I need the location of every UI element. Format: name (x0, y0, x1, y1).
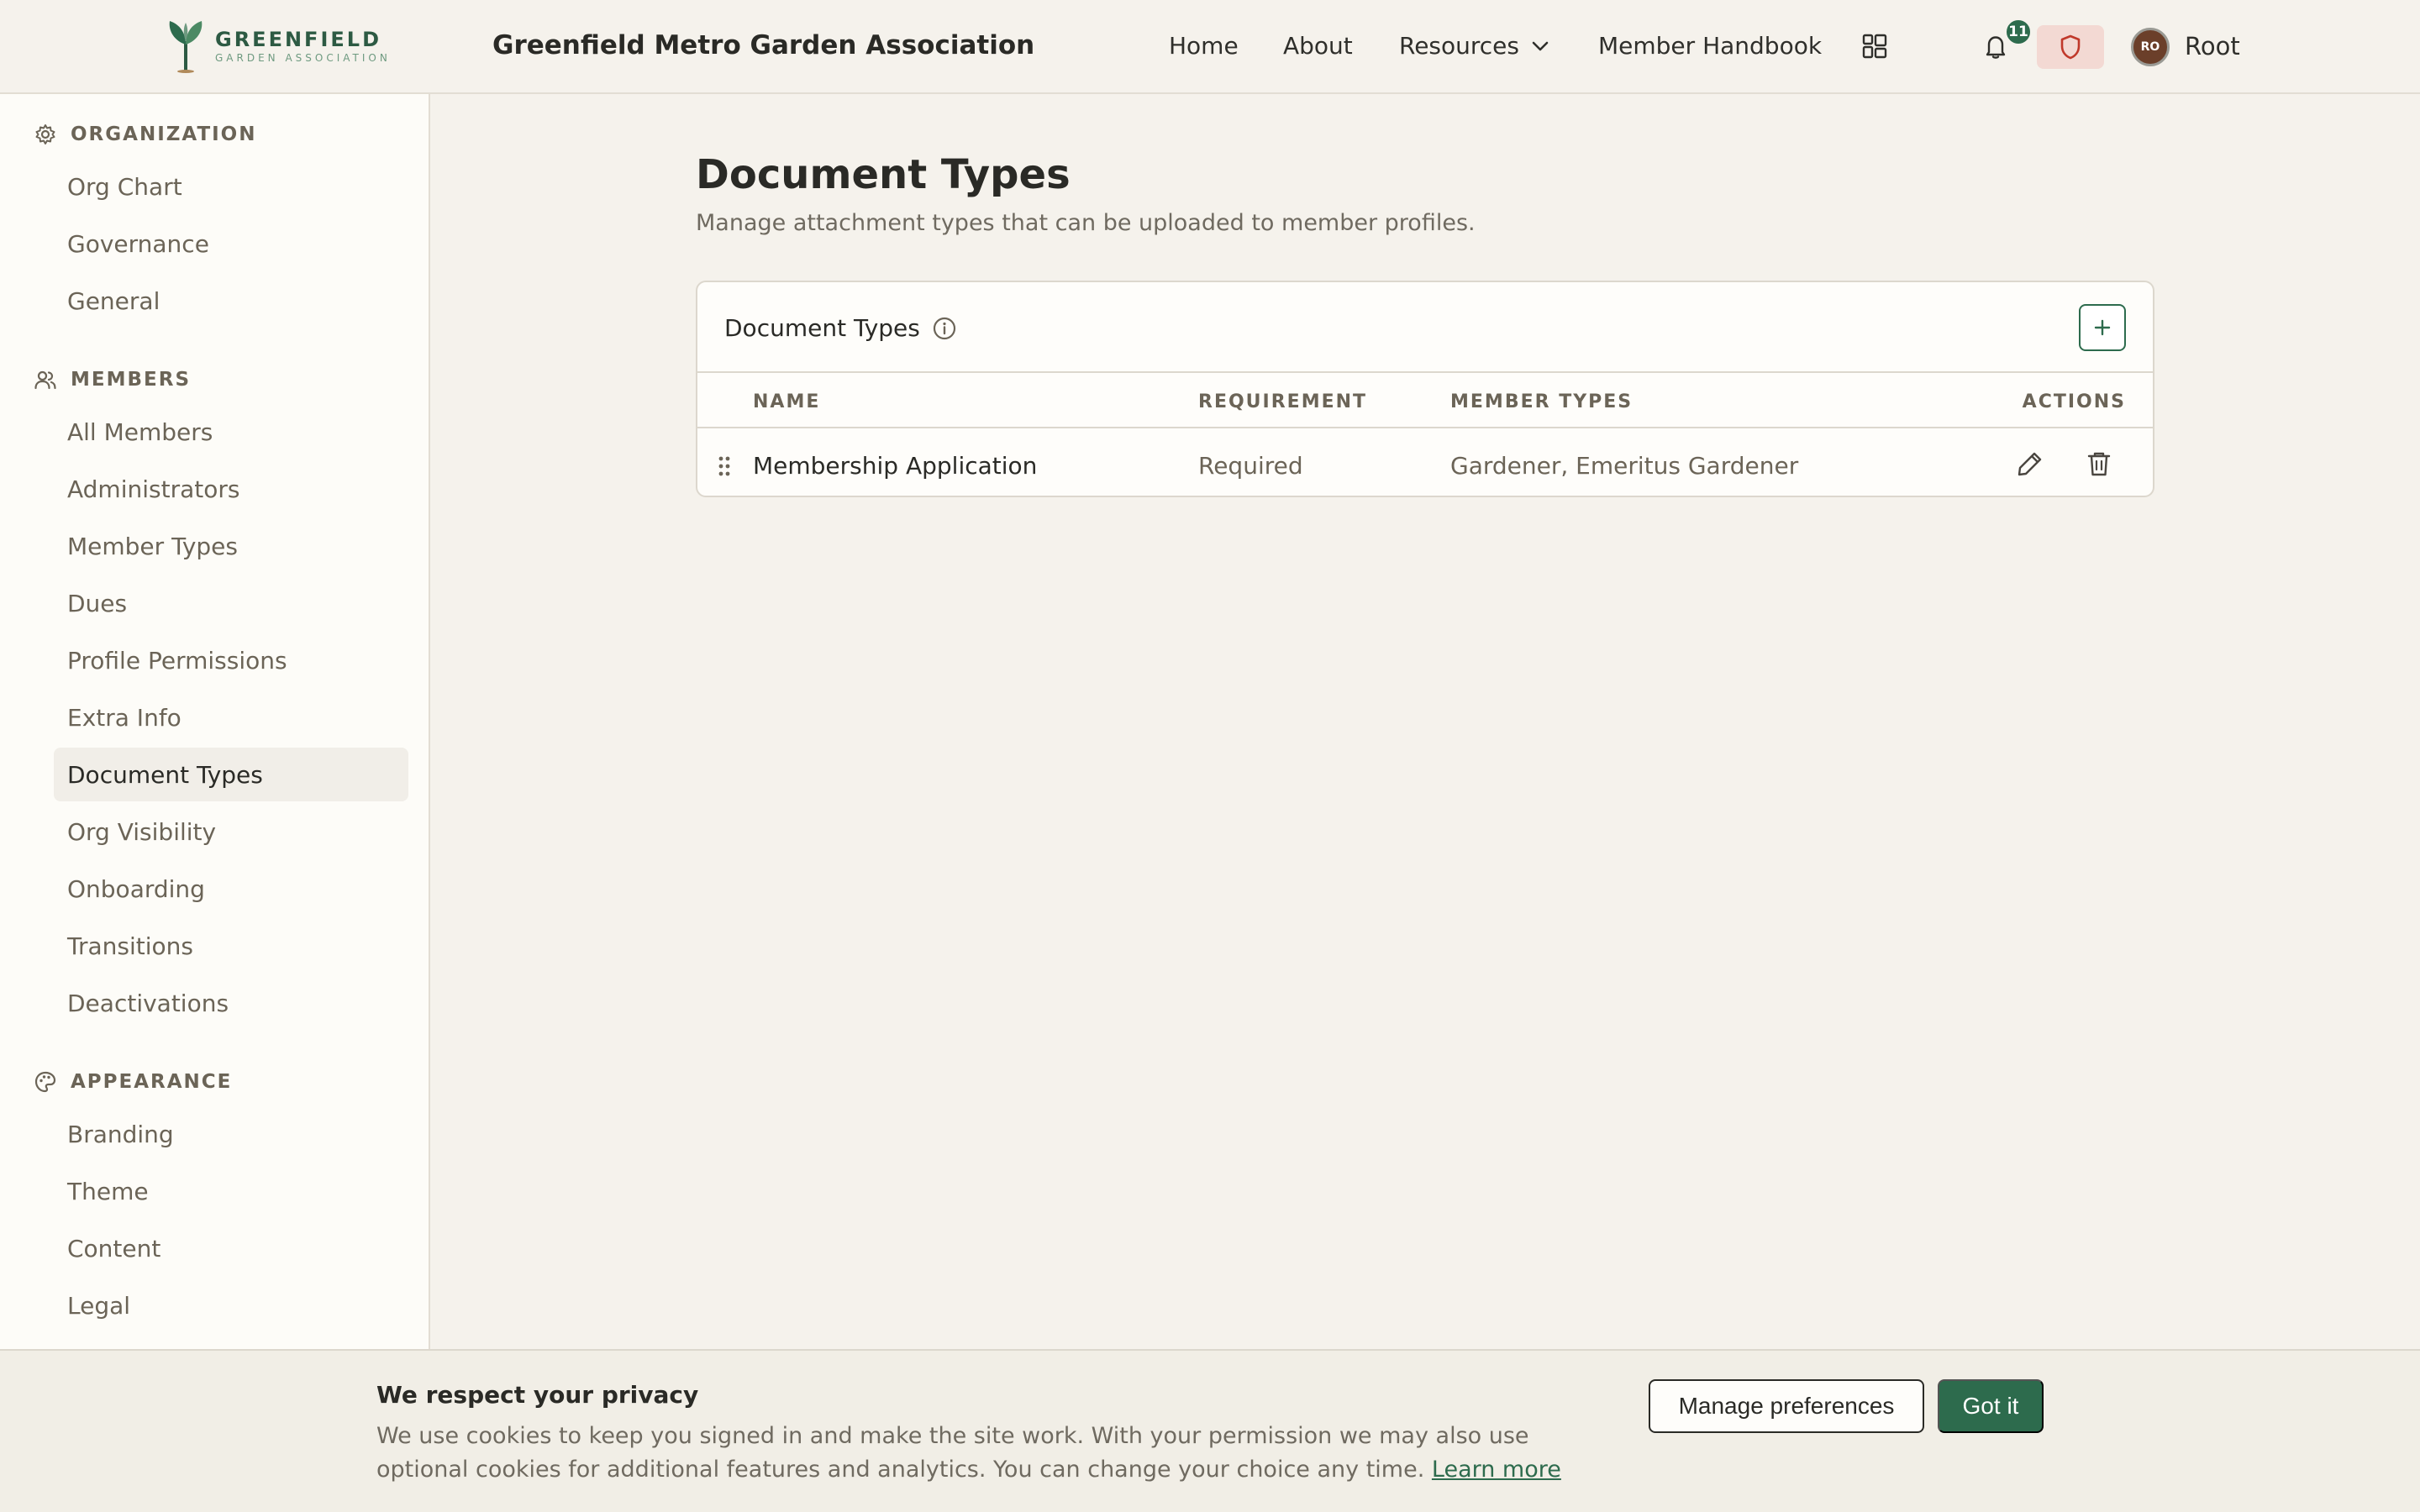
notification-count-badge: 11 (2005, 18, 2032, 45)
palette-icon (34, 1071, 56, 1093)
column-header-name[interactable]: NAME (753, 391, 820, 412)
nav-resources-label: Resources (1399, 32, 1519, 60)
sidebar-item-member-types[interactable]: Member Types (54, 519, 408, 573)
sidebar-item-extra-info[interactable]: Extra Info (54, 690, 408, 744)
users-icon (34, 370, 56, 390)
user-avatar[interactable]: RO (2131, 28, 2170, 66)
gear-icon (35, 124, 55, 144)
row-member-types-cell: Gardener, Emeritus Gardener (1450, 452, 1799, 480)
sidebar-item-all-members[interactable]: All Members (54, 405, 408, 459)
logo-tagline: GARDEN ASSOCIATION (215, 52, 391, 64)
nav-resources-dropdown[interactable]: Resources (1399, 32, 1549, 60)
logo-wordmark: GREENFIELD (215, 28, 381, 51)
card-header: Document Types (697, 282, 2153, 373)
apps-grid-icon[interactable] (1862, 34, 1887, 59)
shield-icon (2060, 34, 2081, 60)
card-title-label: Document Types (724, 314, 920, 342)
column-header-actions: ACTIONS (2022, 391, 2126, 412)
page-title: Document Types (696, 151, 1071, 198)
sidebar-item-transitions[interactable]: Transitions (54, 919, 408, 973)
sidebar-section-members: MEMBERS (34, 368, 191, 391)
organization-title: Greenfield Metro Garden Association (492, 30, 1035, 60)
drag-handle-icon[interactable] (718, 455, 731, 477)
sidebar-item-general[interactable]: General (54, 274, 408, 328)
sidebar-item-document-types[interactable]: Document Types (54, 748, 408, 801)
edit-pencil-icon[interactable] (2015, 449, 2045, 479)
sidebar-item-theme[interactable]: Theme (54, 1164, 408, 1218)
learn-more-link[interactable]: Learn more (1432, 1457, 1561, 1483)
column-header-member-types[interactable]: MEMBER TYPES (1450, 391, 1633, 412)
top-header: GREENFIELD GARDEN ASSOCIATION Greenfield… (0, 0, 2420, 94)
sidebar-item-governance[interactable]: Governance (54, 217, 408, 270)
sidebar-item-org-visibility[interactable]: Org Visibility (54, 805, 408, 858)
sidebar-item-onboarding[interactable]: Onboarding (54, 862, 408, 916)
sprout-logo-icon (169, 21, 203, 73)
sidebar-heading-organization: ORGANIZATION (71, 123, 257, 145)
add-document-type-button[interactable] (2079, 304, 2126, 351)
column-header-requirement[interactable]: REQUIREMENT (1198, 391, 1367, 412)
sidebar-item-content[interactable]: Content (54, 1221, 408, 1275)
nav-about-link[interactable]: About (1283, 32, 1353, 60)
user-name-menu[interactable]: Root (2185, 32, 2240, 60)
page-subtitle: Manage attachment types that can be uplo… (696, 210, 1476, 236)
row-requirement-cell: Required (1198, 452, 1303, 480)
settings-sidebar: ORGANIZATION Org Chart Governance Genera… (0, 94, 430, 1349)
cookie-message: We use cookies to keep you signed in and… (376, 1420, 1586, 1487)
sidebar-section-organization: ORGANIZATION (34, 123, 257, 146)
site-logo[interactable]: GREENFIELD GARDEN ASSOCIATION (165, 18, 391, 74)
chevron-down-icon (1532, 41, 1549, 50)
document-types-card: Document Types NAME REQUIREMENT MEMBER T… (696, 281, 2154, 497)
cookie-title: We respect your privacy (376, 1381, 699, 1409)
sidebar-heading-appearance: APPEARANCE (71, 1071, 233, 1093)
sidebar-item-dues[interactable]: Dues (54, 576, 408, 630)
sidebar-heading-members: MEMBERS (71, 369, 192, 391)
table-row: Membership Application Required Gardener… (697, 430, 2153, 496)
sidebar-section-appearance: APPEARANCE (34, 1070, 232, 1094)
cookie-consent-banner: We respect your privacy We use cookies t… (0, 1349, 2420, 1512)
accept-cookies-button[interactable]: Got it (1938, 1379, 2044, 1433)
delete-trash-icon[interactable] (2084, 449, 2114, 479)
nav-member-handbook-link[interactable]: Member Handbook (1598, 32, 1822, 60)
manage-preferences-button[interactable]: Manage preferences (1649, 1379, 1924, 1433)
cookie-message-text: We use cookies to keep you signed in and… (376, 1423, 1529, 1483)
sidebar-item-legal[interactable]: Legal (54, 1278, 408, 1332)
info-icon[interactable] (932, 316, 957, 341)
card-title: Document Types (724, 314, 957, 342)
row-name-cell: Membership Application (753, 452, 1038, 480)
table-header: NAME REQUIREMENT MEMBER TYPES ACTIONS (697, 373, 2153, 428)
sidebar-item-branding[interactable]: Branding (54, 1107, 408, 1161)
sidebar-item-profile-permissions[interactable]: Profile Permissions (54, 633, 408, 687)
sidebar-item-deactivations[interactable]: Deactivations (54, 976, 408, 1030)
sidebar-item-administrators[interactable]: Administrators (54, 462, 408, 516)
plus-icon (2094, 319, 2111, 336)
sidebar-item-org-chart[interactable]: Org Chart (54, 160, 408, 213)
nav-home-link[interactable]: Home (1169, 32, 1239, 60)
admin-shield-button[interactable] (2037, 25, 2104, 69)
